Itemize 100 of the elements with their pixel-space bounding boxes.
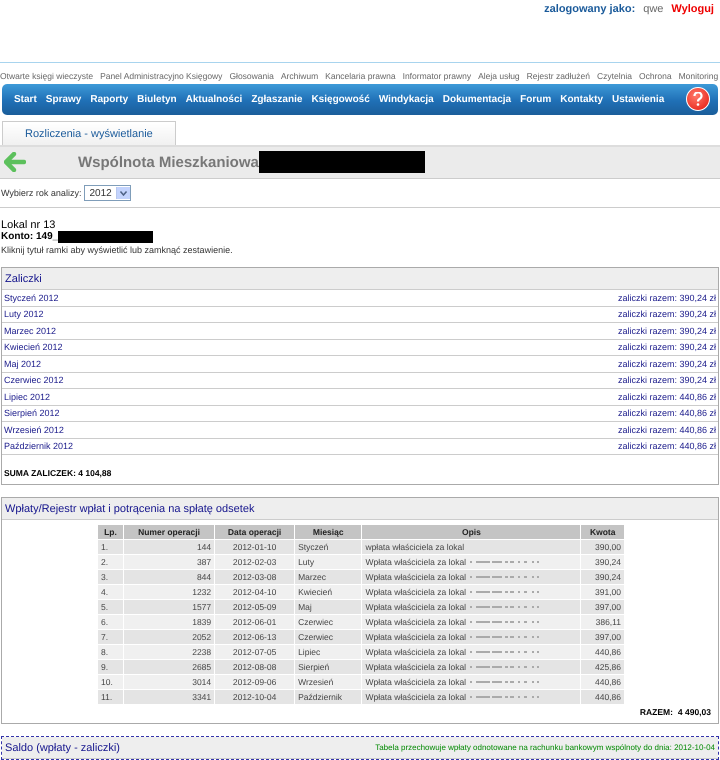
unit-number: Lokal nr 13 — [1, 220, 56, 231]
panel-note: Tabela przechowuje wpłaty odnotowane na rachunku bankowym wspólnoty do dnia: 2012-10-04 — [375, 743, 715, 752]
nav-item[interactable]: Ustawienia — [612, 94, 664, 105]
table-cell: 397,00 — [581, 630, 624, 644]
advance-total-link[interactable]: zaliczki razem: 440,86 zł — [618, 408, 716, 418]
table-cell: 390,24 — [581, 570, 624, 584]
description-text: Wpłata właściciela za lokal — [365, 557, 466, 567]
table-cell: 390,24 — [581, 555, 624, 569]
blurred-text-drawing — [470, 574, 540, 580]
table-cell: 1839 — [124, 615, 214, 629]
blurred-text-drawing — [470, 679, 540, 685]
table-cell: 2012-07-05 — [215, 645, 294, 659]
nav-item[interactable]: Sprawy — [46, 94, 82, 105]
description-text: Wpłata właściciela za lokal — [365, 587, 466, 597]
help-icon[interactable] — [686, 87, 710, 112]
description-text: Wpłata właściciela za lokal — [365, 617, 466, 627]
table-cell: Kwiecień — [295, 585, 362, 599]
top-link[interactable]: Głosowania — [229, 70, 274, 81]
table-cell: Styczeń — [295, 540, 362, 554]
table-cell: 144 — [124, 540, 214, 554]
table-cell: 2012-02-03 — [215, 555, 294, 569]
advance-total-link[interactable]: zaliczki razem: 440,86 zł — [618, 441, 716, 452]
advance-total-link[interactable]: zaliczki razem: 390,24 zł — [618, 358, 716, 369]
column-header: Opis — [362, 525, 580, 539]
advance-total-link[interactable]: zaliczki razem: 440,86 zł — [618, 424, 716, 435]
table-cell: 2012-09-06 — [215, 675, 294, 689]
nav-item[interactable]: Księgowość — [311, 94, 370, 105]
advance-total-link[interactable]: zaliczki razem: 390,24 zł — [618, 342, 716, 352]
nav-item[interactable]: Biuletyn — [137, 94, 177, 105]
blurred-text-drawing — [470, 619, 540, 625]
table-cell: 2052 — [124, 630, 214, 644]
year-select[interactable]: 2012 — [84, 185, 131, 201]
description-text: Wpłata właściciela za lokal — [365, 602, 466, 612]
table-cell: 397,00 — [581, 600, 624, 614]
month-link[interactable]: Październik 2012 — [4, 441, 74, 452]
nav-item[interactable]: Start — [14, 94, 37, 105]
advance-total-link[interactable]: zaliczki razem: 440,86 zł — [618, 392, 716, 402]
top-link[interactable]: Ochrona — [638, 70, 672, 81]
logout-link[interactable]: Wyloguj — [671, 3, 714, 55]
description-text: Wpłata właściciela za lokal — [365, 647, 466, 657]
month-link[interactable]: Lipiec 2012 — [4, 392, 50, 402]
table-cell: 440,86 — [581, 645, 624, 659]
table-cell: 844 — [124, 570, 214, 584]
month-link[interactable]: Kwiecień 2012 — [4, 342, 63, 352]
column-header: Miesiąc — [295, 525, 362, 539]
table-cell: 387 — [124, 555, 214, 569]
month-link[interactable]: Luty 2012 — [4, 309, 44, 320]
panel-title[interactable]: Saldo (wpłaty - zaliczki) — [5, 742, 120, 754]
table-cell: 6. — [98, 615, 123, 629]
year-label: Wybierz rok analizy: — [1, 188, 82, 198]
top-link[interactable]: Archiwum — [280, 70, 318, 81]
nav-item[interactable]: Zgłaszanie — [251, 94, 302, 105]
panel-title[interactable]: Zaliczki — [5, 272, 42, 284]
top-link[interactable]: Kancelaria prawna — [325, 70, 396, 81]
blurred-text-drawing — [470, 664, 540, 670]
table-cell: 2012-06-01 — [215, 615, 294, 629]
table-cell: 3014 — [124, 675, 214, 689]
table-cell: 2012-01-10 — [215, 540, 294, 554]
description-text: Wpłata właściciela za lokal — [365, 572, 466, 582]
month-link[interactable]: Maj 2012 — [4, 358, 42, 369]
table-cell: 425,86 — [581, 660, 624, 674]
panel-title[interactable]: Wpłaty/Rejestr wpłat i potrącenia na spłatę odsetek — [5, 502, 254, 514]
top-link[interactable]: Aleja usług — [478, 70, 520, 81]
advance-total-link[interactable]: zaliczki razem: 390,24 zł — [618, 292, 716, 303]
table-cell: Wrzesień — [295, 675, 362, 689]
table-cell: 3. — [98, 570, 123, 584]
month-link[interactable]: Wrzesień 2012 — [4, 424, 64, 435]
month-link[interactable]: Sierpień 2012 — [4, 408, 60, 418]
table-cell: 440,86 — [581, 675, 624, 689]
blurred-text-drawing — [470, 649, 540, 655]
table-cell: 3341 — [124, 690, 214, 704]
top-link[interactable]: Panel Administracyjno Księgowy — [100, 70, 222, 81]
community-title: Wspólnota Mieszkaniowa — [78, 154, 259, 171]
month-link[interactable]: Styczeń 2012 — [4, 292, 59, 303]
nav-item[interactable]: Kontakty — [560, 94, 604, 105]
total-value: 4 490,03 — [678, 707, 711, 717]
top-link[interactable]: Informator prawny — [402, 70, 472, 81]
top-link[interactable]: Czytelnia — [596, 70, 632, 81]
blurred-text-drawing — [470, 589, 540, 595]
top-link[interactable]: Monitoring — [678, 70, 718, 81]
advance-total-link[interactable]: zaliczki razem: 390,24 zł — [618, 375, 716, 386]
nav-item[interactable]: Aktualności — [186, 94, 242, 105]
nav-item[interactable]: Forum — [520, 94, 552, 105]
advance-total-link[interactable]: zaliczki razem: 390,24 zł — [618, 309, 716, 320]
tab[interactable]: Rozliczenia - wyświetlanie — [2, 120, 176, 145]
blurred-text-drawing — [470, 634, 540, 640]
nav-item[interactable]: Dokumentacja — [442, 94, 512, 105]
advance-total-link[interactable]: zaliczki razem: 390,24 zł — [618, 326, 716, 336]
table-cell: 390,00 — [581, 540, 624, 554]
table-cell: 2012-03-08 — [215, 570, 294, 584]
table-cell: 391,00 — [581, 585, 624, 599]
nav-item[interactable]: Raporty — [90, 94, 128, 105]
description-text: Wpłata właściciela za lokal — [365, 662, 466, 672]
table-cell: 11. — [98, 690, 123, 704]
blurred-text-drawing — [470, 694, 540, 700]
month-link[interactable]: Czerwiec 2012 — [4, 375, 64, 386]
nav-item[interactable]: Windykacja — [378, 94, 434, 105]
top-link[interactable]: Rejestr zadłużeń — [526, 70, 590, 81]
top-link[interactable]: Otwarte księgi wieczyste — [0, 70, 94, 81]
month-link[interactable]: Marzec 2012 — [4, 326, 56, 336]
